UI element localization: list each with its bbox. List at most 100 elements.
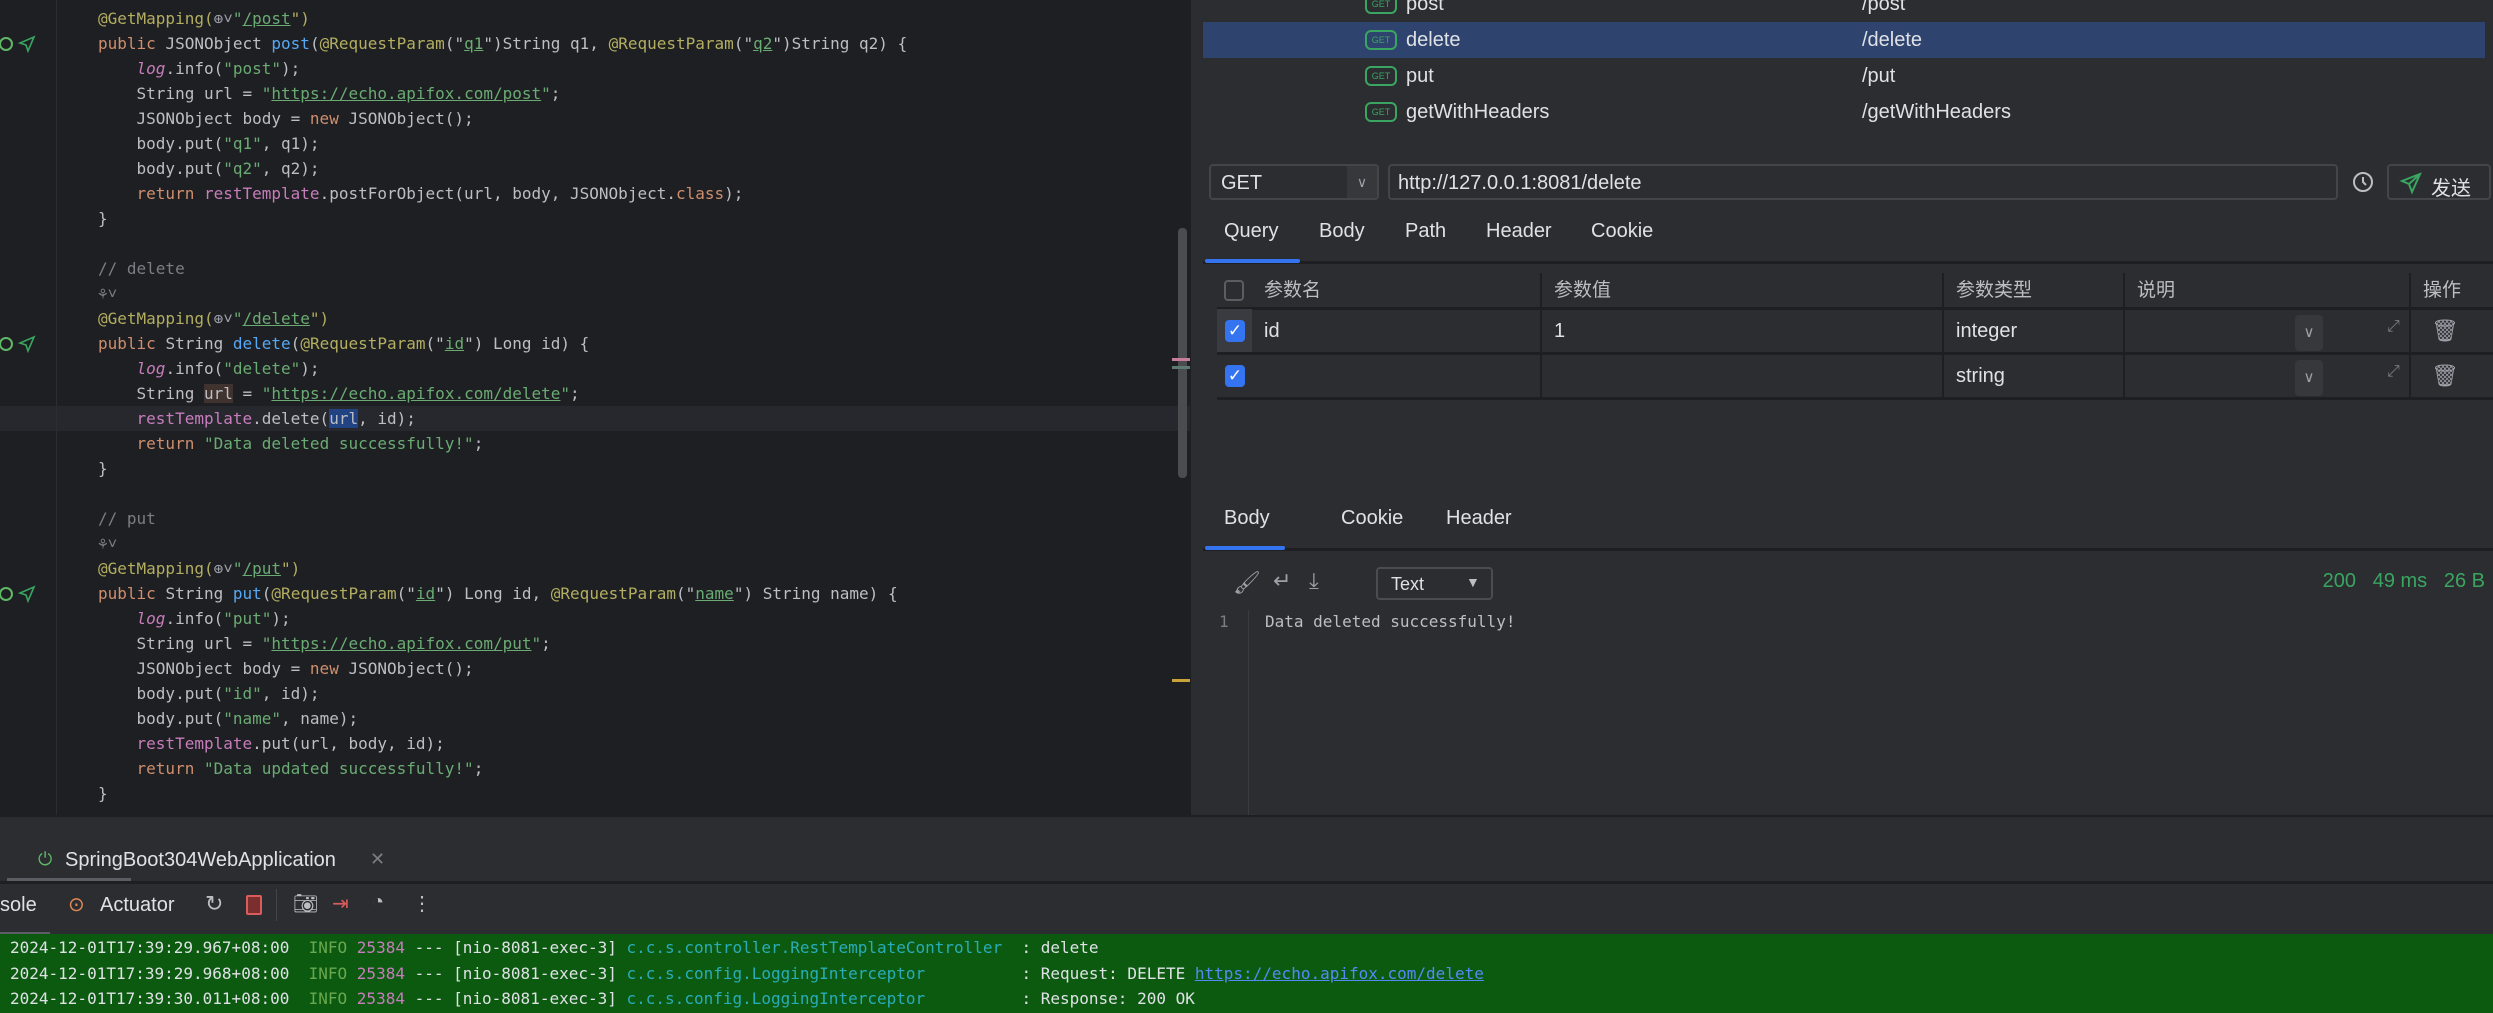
url-input[interactable]: http://127.0.0.1:8081/delete	[1388, 164, 2338, 200]
code-line[interactable]	[0, 231, 1190, 256]
code-line[interactable]: String url = "https://echo.apifox.com/pu…	[0, 631, 1190, 656]
code-line[interactable]: log.info("delete");	[0, 356, 1190, 381]
code-line[interactable]: }	[0, 456, 1190, 481]
code-line[interactable]: String url = "https://echo.apifox.com/po…	[0, 81, 1190, 106]
code-text: @GetMapping(⊕˅"/delete")	[98, 306, 329, 331]
code-line[interactable]: // put	[0, 506, 1190, 531]
tab-body[interactable]: Body	[1319, 220, 1365, 243]
response-body[interactable]: Data deleted successfully!	[1265, 612, 1515, 631]
expand-icon[interactable]: ⤢	[2387, 363, 2400, 381]
param-value[interactable]: 1	[1542, 309, 1944, 354]
endpoint-item[interactable]: GET put/put	[1203, 58, 2485, 94]
code-editor[interactable]: @GetMapping(⊕˅"/post") public JSONObject …	[0, 0, 1190, 815]
code-line[interactable]: return restTemplate.postForObject(url, b…	[0, 181, 1190, 206]
code-line[interactable]: body.put("q2", q2);	[0, 156, 1190, 181]
download-icon[interactable]: ⤓	[1309, 568, 1319, 594]
tab-query[interactable]: Query	[1224, 220, 1278, 243]
gauge-icon[interactable]: ◔	[372, 891, 384, 914]
select-all-checkbox[interactable]	[1224, 280, 1244, 301]
wrap-lines-icon[interactable]: ↵	[1273, 568, 1291, 594]
param-type-select[interactable]: string	[1944, 354, 2125, 399]
globe-icon[interactable]: ⊕˅	[214, 309, 233, 328]
tab-response-body[interactable]: Body	[1224, 507, 1270, 530]
code-line[interactable]: }	[0, 206, 1190, 231]
send-button[interactable]: 发送	[2387, 164, 2491, 200]
warning-stripe-mark[interactable]	[1172, 679, 1190, 682]
param-desc[interactable]	[2125, 309, 2411, 354]
more-options-icon[interactable]: ⋮	[412, 891, 432, 916]
stop-icon[interactable]	[246, 895, 262, 915]
trash-icon[interactable]: 🗑︎	[2431, 363, 2459, 389]
trash-icon[interactable]: 🗑︎	[2431, 318, 2459, 344]
code-line[interactable]: public JSONObject post(@RequestParam("q1…	[0, 31, 1190, 56]
code-line[interactable]	[0, 481, 1190, 506]
rerun-icon[interactable]: ↻	[205, 891, 223, 917]
endpoint-item[interactable]: GET delete/delete	[1203, 22, 2485, 58]
close-icon[interactable]: ✕	[370, 849, 385, 870]
param-name[interactable]	[1252, 354, 1542, 399]
code-line[interactable]: body.put("name", name);	[0, 706, 1190, 731]
run-gutter-icon[interactable]	[0, 585, 40, 604]
tab-path[interactable]: Path	[1405, 220, 1446, 243]
tab-response-header[interactable]: Header	[1446, 507, 1512, 530]
param-name[interactable]: id	[1252, 309, 1542, 354]
code-line[interactable]: }	[0, 781, 1190, 806]
code-line[interactable]: String url = "https://echo.apifox.com/de…	[0, 381, 1190, 406]
run-gutter-icon[interactable]	[0, 35, 40, 54]
code-line[interactable]: public String put(@RequestParam("id") Lo…	[0, 581, 1190, 606]
endpoint-item[interactable]: GET getWithHeaders/getWithHeaders	[1203, 94, 2485, 130]
globe-icon[interactable]: ⊕˅	[214, 9, 233, 28]
usage-stripe-mark[interactable]	[1172, 366, 1190, 369]
code-line[interactable]: body.put("id", id);	[0, 681, 1190, 706]
tab-header[interactable]: Header	[1486, 220, 1552, 243]
expand-icon[interactable]: ⤢	[2387, 318, 2400, 336]
code-line[interactable]: ⚘˅	[0, 531, 1190, 556]
code-line[interactable]: return "Data deleted successfully!";	[0, 431, 1190, 456]
code-line[interactable]: JSONObject body = new JSONObject();	[0, 656, 1190, 681]
param-desc[interactable]	[2125, 354, 2411, 399]
endpoint-hint-icon[interactable]: ⚘˅	[98, 284, 117, 303]
error-stripe-mark[interactable]	[1172, 358, 1190, 361]
console-output[interactable]: 2024-12-01T17:39:29.967+08:00 INFO 25384…	[0, 934, 2493, 1013]
beautify-brush-icon[interactable]: 🖌︎	[1233, 570, 1261, 596]
method-badge: GET	[1365, 66, 1397, 86]
code-token: /delete	[242, 309, 310, 328]
endpoint-hint-icon[interactable]: ⚘˅	[98, 534, 117, 553]
actuator-tab[interactable]: Actuator	[100, 894, 174, 917]
code-line[interactable]: JSONObject body = new JSONObject();	[0, 106, 1190, 131]
code-line[interactable]: restTemplate.delete(url, id);	[0, 406, 1190, 431]
code-line[interactable]: log.info("post");	[0, 56, 1190, 81]
code-token: "put"	[223, 609, 272, 628]
camera-icon[interactable]: 📷︎	[293, 891, 318, 916]
editor-scrollbar[interactable]	[1178, 228, 1187, 478]
code-token: // put	[98, 509, 156, 528]
code-line[interactable]: @GetMapping(⊕˅"/post")	[0, 6, 1190, 31]
code-token: public	[98, 584, 166, 603]
console-tab[interactable]: sole	[0, 894, 37, 917]
code-text: log.info("put");	[98, 606, 291, 631]
exit-icon[interactable]: ⇥	[332, 891, 349, 916]
code-line[interactable]: @GetMapping(⊕˅"/put")	[0, 556, 1190, 581]
param-checkbox[interactable]: ✓	[1225, 320, 1245, 342]
code-line[interactable]: return "Data updated successfully!";	[0, 756, 1190, 781]
code-line[interactable]: body.put("q1", q1);	[0, 131, 1190, 156]
tab-cookie[interactable]: Cookie	[1591, 220, 1653, 243]
param-type-select[interactable]: integer	[1944, 309, 2125, 354]
format-select[interactable]: Text ▼	[1376, 567, 1493, 600]
code-line[interactable]: @GetMapping(⊕˅"/delete")	[0, 306, 1190, 331]
log-link[interactable]: https://echo.apifox.com/delete	[1195, 964, 1484, 983]
method-select[interactable]: GET ∨	[1209, 164, 1379, 200]
tab-response-cookie[interactable]: Cookie	[1341, 507, 1403, 530]
param-value[interactable]	[1542, 354, 1944, 399]
code-line[interactable]: public String delete(@RequestParam("id")…	[0, 331, 1190, 356]
param-checkbox[interactable]: ✓	[1225, 365, 1245, 387]
code-line[interactable]: log.info("put");	[0, 606, 1190, 631]
code-line[interactable]: ⚘˅	[0, 281, 1190, 306]
active-tab-indicator	[1205, 546, 1285, 550]
code-line[interactable]: restTemplate.put(url, body, id);	[0, 731, 1190, 756]
globe-icon[interactable]: ⊕˅	[214, 559, 233, 578]
code-line[interactable]: // delete	[0, 256, 1190, 281]
endpoint-item[interactable]: GET post/post	[1203, 0, 2485, 22]
run-gutter-icon[interactable]	[0, 335, 40, 354]
history-clock-icon[interactable]	[2351, 170, 2375, 194]
